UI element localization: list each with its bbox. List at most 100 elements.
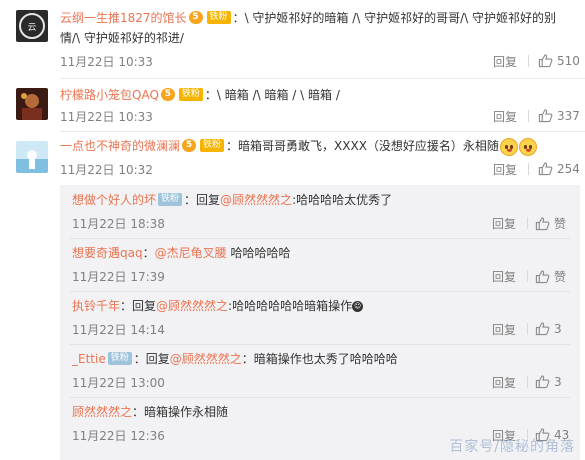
- mention-link[interactable]: @杰尼龟叉腰: [155, 246, 227, 260]
- comment-body: 柠檬路小笼包QAQ 5 铁粉 ：\ 暗箱 /\ 暗箱 / \ 暗箱 /: [60, 85, 573, 105]
- replier-name[interactable]: 顾然然然之: [72, 405, 132, 419]
- reply-prefix: ：回复: [120, 299, 157, 313]
- divider: [70, 344, 570, 345]
- fan-badge: 铁粉: [178, 88, 203, 101]
- reply-meta: 11月22日 13:00 回复 3: [72, 374, 580, 392]
- thumbs-up-icon: [535, 322, 550, 336]
- reply-text: :哈哈哈哈太优秀了: [292, 193, 393, 207]
- svg-text:云: 云: [27, 23, 36, 33]
- divider: [527, 217, 528, 229]
- replier-name[interactable]: 想做个好人的坏: [72, 193, 156, 207]
- reply-meta: 11月22日 14:14 回复 3: [72, 321, 580, 339]
- reply-time: 11月22日 13:00: [72, 376, 165, 390]
- fan-badge: 铁粉: [107, 352, 132, 365]
- comment-time: 11月22日 10:33: [60, 110, 153, 124]
- like-count: 3: [554, 374, 562, 389]
- like-button[interactable]: 3: [535, 374, 562, 389]
- avatar[interactable]: [16, 141, 48, 173]
- laughing-emoji-icon: [499, 137, 518, 156]
- divider: [70, 397, 570, 398]
- divider: [60, 131, 585, 132]
- reply-body: 想做个好人的坏 铁粉 ：回复@顾然然然之:哈哈哈哈太优秀了: [72, 190, 570, 210]
- reply-body: 想要奇遇qaq：@杰尼龟叉腰 哈哈哈哈哈: [72, 243, 570, 263]
- vip-badge: 5: [188, 11, 203, 24]
- like-count: 赞: [554, 270, 567, 284]
- like-button[interactable]: 赞: [535, 215, 566, 232]
- vip-badge: 5: [182, 139, 197, 152]
- divider: [60, 78, 585, 79]
- reply-meta: 11月22日 18:38 回复 赞: [72, 215, 580, 233]
- reply-button[interactable]: 回复: [492, 374, 516, 391]
- divider: [527, 376, 528, 388]
- reply-text: 哈哈哈哈哈: [226, 246, 291, 260]
- mention-link[interactable]: @顾然然然之: [220, 193, 292, 207]
- divider: [70, 238, 570, 239]
- reply-body: 执铃千年：回复@顾然然然之:哈哈哈哈哈哈暗箱操作 ☺: [72, 296, 570, 316]
- mention-link[interactable]: @顾然然然之: [156, 299, 228, 313]
- reply-prefix: ：回复: [133, 352, 170, 366]
- like-count: 赞: [554, 217, 567, 231]
- reply-prefix: ：回复: [184, 193, 221, 207]
- divider: [528, 55, 529, 67]
- commenter-name[interactable]: 云纲一生推1827的馆长: [60, 11, 187, 25]
- comment-time: 11月22日 10:33: [60, 55, 153, 69]
- reply-meta: 11月22日 17:39 回复 赞: [72, 268, 580, 286]
- face-emoji-icon: ☺: [352, 301, 364, 312]
- comment-meta: 11月22日 10:33 回复 510: [60, 53, 585, 71]
- comment-meta: 11月22日 10:33 回复 337: [60, 108, 585, 126]
- comment-body: 云纲一生推1827的馆长 5 铁粉 ：\ 守护姬祁好的暗箱 /\ 守护姬祁好的哥哥/\…: [60, 8, 573, 48]
- commenter-name[interactable]: 柠檬路小笼包QAQ: [60, 88, 159, 102]
- reply-body: _Ettie 铁粉 ：回复@顾然然然之：暗箱操作也太秀了哈哈哈哈: [72, 349, 570, 369]
- reply-button[interactable]: 回复: [493, 53, 517, 70]
- reply-button[interactable]: 回复: [492, 268, 516, 285]
- fan-badge: 铁粉: [158, 193, 183, 206]
- like-button[interactable]: 337: [538, 108, 580, 123]
- like-button[interactable]: 510: [538, 53, 580, 68]
- comment-text: ：\ 暗箱 /\ 暗箱 / \ 暗箱 /: [204, 88, 340, 102]
- comment-time: 11月22日 10:32: [60, 163, 153, 177]
- replier-name[interactable]: 想要奇遇qaq: [72, 246, 143, 260]
- comment-meta: 11月22日 10:32 回复 254: [60, 161, 585, 179]
- divider: [527, 270, 528, 282]
- reply-prefix: ：: [142, 246, 155, 260]
- reply-prefix: ：: [132, 405, 145, 419]
- reply-button[interactable]: 回复: [492, 215, 516, 232]
- reply-button[interactable]: 回复: [493, 161, 517, 178]
- thumbs-up-icon: [535, 375, 550, 389]
- reply-text: ：暗箱操作也太秀了哈哈哈哈: [241, 352, 398, 366]
- commenter-name[interactable]: 一点也不神奇的微澜澜: [60, 139, 180, 153]
- replier-name[interactable]: 执铃千年: [72, 299, 120, 313]
- replier-name[interactable]: _Ettie: [72, 352, 106, 366]
- watermark: 百家号/隐秘的角落: [449, 439, 575, 455]
- thumbs-up-icon: [538, 162, 553, 176]
- reply-button[interactable]: 回复: [492, 321, 516, 338]
- reply-time: 11月22日 12:36: [72, 429, 165, 443]
- reply-text: :哈哈哈哈哈哈暗箱操作: [228, 299, 353, 313]
- like-button[interactable]: 赞: [535, 268, 566, 285]
- like-count: 510: [557, 53, 580, 68]
- like-count: 254: [557, 161, 580, 176]
- avatar[interactable]: 云: [16, 10, 48, 42]
- reply-button[interactable]: 回复: [493, 108, 517, 125]
- like-count: 3: [554, 321, 562, 336]
- fan-badge: 铁粉: [206, 11, 231, 24]
- mention-link[interactable]: @顾然然然之: [170, 352, 242, 366]
- reply-list: 想做个好人的坏 铁粉 ：回复@顾然然然之:哈哈哈哈太优秀了 11月22日 18:38…: [60, 185, 580, 460]
- reply-text: 暗箱操作永相随: [144, 405, 229, 419]
- reply-time: 11月22日 17:39: [72, 270, 165, 284]
- reply-time: 11月22日 14:14: [72, 323, 165, 337]
- thumbs-up-icon: [535, 217, 550, 231]
- divider: [528, 163, 529, 175]
- like-count: 337: [557, 108, 580, 123]
- fan-badge: 铁粉: [200, 139, 225, 152]
- avatar[interactable]: [16, 88, 48, 120]
- thumbs-up-icon: [535, 270, 550, 284]
- comment-text: ：暗箱哥哥勇敢飞，XXXX（没想好应援名）永相随: [226, 139, 499, 153]
- divider: [70, 291, 570, 292]
- vip-badge: 5: [160, 88, 175, 101]
- divider: [528, 110, 529, 122]
- like-button[interactable]: 3: [535, 321, 562, 336]
- thumbs-up-icon: [538, 54, 553, 68]
- like-button[interactable]: 254: [538, 161, 580, 176]
- laughing-emoji-icon: [518, 137, 537, 156]
